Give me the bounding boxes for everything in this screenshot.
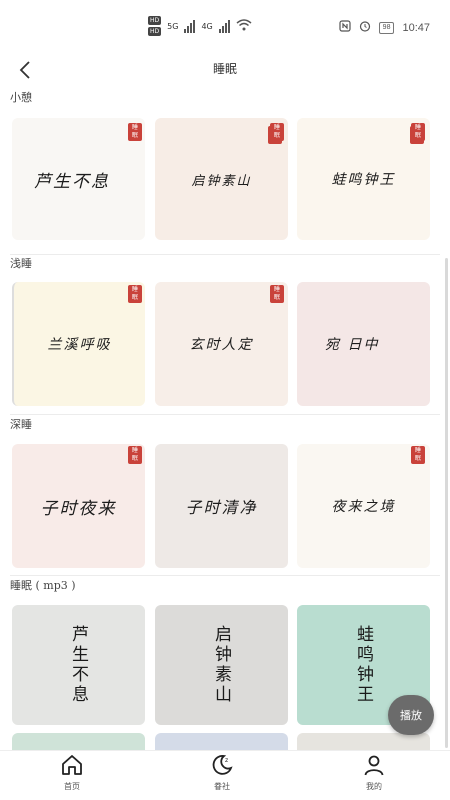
card-calligraphy: 启钟素山 xyxy=(211,625,231,705)
sound-card[interactable]: 睡眠 启钟素山 xyxy=(155,118,288,240)
sound-card[interactable]: 兰溪呼吸 xyxy=(12,282,145,406)
card-calligraphy: 玄时人定 xyxy=(189,337,254,353)
signal-icon xyxy=(184,19,196,33)
card-calligraphy: 蛙鸣钟王 xyxy=(353,625,373,705)
moon-icon: z xyxy=(212,755,233,775)
sound-card[interactable] xyxy=(297,733,430,750)
divider xyxy=(10,414,440,415)
sound-card[interactable]: 子时夜来 xyxy=(12,444,145,568)
card-calligraphy: 子时夜来 xyxy=(40,498,117,519)
svg-text:z: z xyxy=(225,757,228,764)
seal-stamp: 睡眠 xyxy=(411,123,425,141)
hd-badges: HD HD xyxy=(148,16,162,36)
network-label: 5G xyxy=(167,21,179,31)
tab-profile[interactable]: 我的 xyxy=(344,753,404,799)
sound-card[interactable] xyxy=(155,733,288,750)
seal-stamp: 睡眠 xyxy=(411,446,425,464)
seal-stamp: 睡眠 xyxy=(128,285,142,303)
sound-card[interactable]: 夜来之境 xyxy=(297,444,430,568)
section-title-deep-sleep: 深睡 xyxy=(10,418,32,431)
sound-card[interactable]: 宛 日中 xyxy=(297,282,430,406)
card-calligraphy: 宛 日中 xyxy=(325,337,380,353)
status-bar: HD HD 5G 4G 98 10:47 xyxy=(0,0,450,52)
sound-card[interactable]: 芦生不息 xyxy=(12,605,145,725)
play-button[interactable]: 播放 xyxy=(388,695,434,735)
section-title-nap: 小憩 xyxy=(10,91,32,104)
tab-label: 我的 xyxy=(366,782,382,791)
seal-stamp: 睡眠 xyxy=(128,123,142,141)
card-calligraphy: 子时清净 xyxy=(185,498,258,517)
bottom-tab-bar: 首页 z 眷社 我的 xyxy=(0,750,450,800)
sound-card[interactable] xyxy=(12,733,145,750)
page-title: 睡眠 xyxy=(212,62,237,76)
user-icon xyxy=(364,755,384,776)
divider xyxy=(10,254,440,255)
system-indicators: 98 10:47 xyxy=(339,20,430,35)
divider xyxy=(10,575,440,576)
sound-card[interactable]: 子时清净 xyxy=(155,444,288,568)
wifi-icon xyxy=(236,19,252,33)
seal-stamp: 睡眠 xyxy=(270,285,284,303)
card-calligraphy: 兰溪呼吸 xyxy=(47,337,112,353)
sound-card[interactable]: 启钟素山 xyxy=(155,605,288,725)
section-title-sleep-mp3: 睡眠 ( mp3 ) xyxy=(10,579,76,592)
tab-community[interactable]: z 眷社 xyxy=(192,753,252,799)
tab-home[interactable]: 首页 xyxy=(42,753,102,799)
card-calligraphy: 芦生不息 xyxy=(34,171,110,192)
card-calligraphy: 夜来之境 xyxy=(331,499,396,515)
battery-indicator: 98 xyxy=(378,21,395,34)
hd-badge: HD xyxy=(148,27,162,36)
scrollbar[interactable] xyxy=(445,258,448,748)
seal-stamp: 睡眠 xyxy=(128,446,142,464)
section-title-light-sleep: 浅睡 xyxy=(10,257,32,270)
sound-card[interactable]: 芦生不息 xyxy=(12,118,145,240)
nav-bar: 睡眠 xyxy=(0,52,450,88)
seal-stamp: 睡眠 xyxy=(270,123,284,141)
tab-label: 首页 xyxy=(64,782,80,791)
clock: 10:47 xyxy=(402,21,430,34)
card-calligraphy-wrap: 芦生不息 xyxy=(12,605,145,725)
card-calligraphy-wrap: 启钟素山 xyxy=(155,605,288,725)
tab-label: 眷社 xyxy=(214,782,230,791)
nfc-icon xyxy=(339,20,351,35)
signal-icon xyxy=(218,19,230,33)
alarm-icon xyxy=(359,20,371,35)
network-indicators: HD HD 5G 4G xyxy=(148,16,252,36)
network-label: 4G xyxy=(201,21,213,31)
card-calligraphy: 芦生不息 xyxy=(68,625,88,705)
home-icon xyxy=(62,755,82,775)
hd-badge: HD xyxy=(148,16,162,25)
sleep-content[interactable]: 小憩 芦生不息 睡眠 启钟素山 睡眠 蛙鸣钟王 睡眠 睡眠 睡眠 浅睡 兰溪呼吸… xyxy=(0,88,450,750)
card-calligraphy: 启钟素山 xyxy=(191,173,252,189)
sound-card[interactable]: 玄时人定 xyxy=(155,282,288,406)
